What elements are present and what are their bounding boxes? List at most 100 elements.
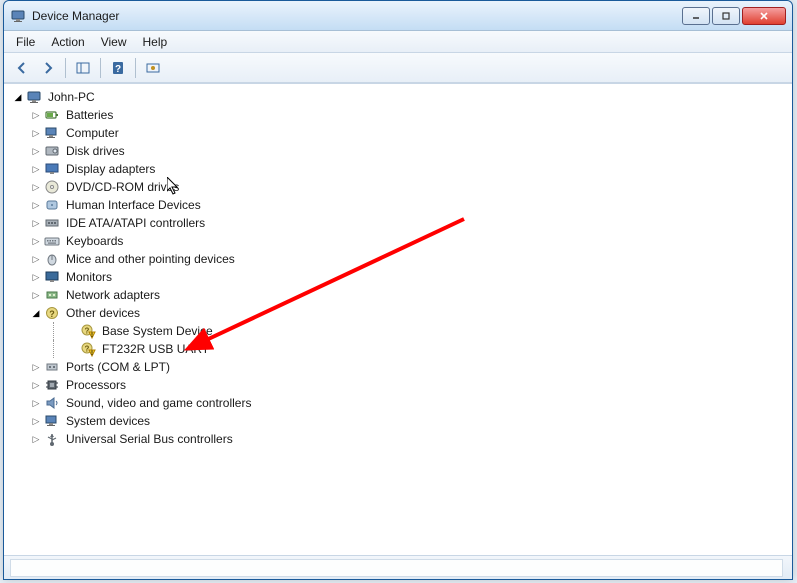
tree-node-label: Network adapters (64, 287, 162, 303)
tree-node-label: Other devices (64, 305, 142, 321)
expand-icon[interactable]: ▷ (30, 379, 42, 391)
minimize-button[interactable] (682, 7, 710, 25)
computer-icon (44, 125, 60, 141)
expand-icon[interactable]: ▷ (30, 199, 42, 211)
tree-category-battery[interactable]: ▷ Batteries (12, 106, 784, 124)
tree-node-label: Monitors (64, 269, 114, 285)
tree-device-node[interactable]: ?!FT232R USB UART (12, 340, 784, 358)
tree-category-display[interactable]: ▷ Display adapters (12, 160, 784, 178)
network-icon (44, 287, 60, 303)
computerRoot-icon (26, 89, 42, 105)
tree-category-port[interactable]: ▷Ports (COM & LPT) (12, 358, 784, 376)
expand-icon[interactable]: ▷ (30, 109, 42, 121)
port-icon (44, 359, 60, 375)
svg-text:!: ! (91, 351, 93, 357)
expand-icon[interactable]: ▷ (30, 397, 42, 409)
tree-device-node[interactable]: ?! Base System Device (12, 322, 784, 340)
otherWarn-icon: ?! (80, 341, 96, 357)
other-icon: ? (44, 305, 60, 321)
expand-icon[interactable]: ▷ (30, 253, 42, 265)
tree-node-label: Base System Device (100, 323, 215, 339)
tree-node-label: DVD/CD-ROM drives (64, 179, 181, 195)
menu-help[interactable]: Help (135, 33, 176, 51)
show-hide-tree-button[interactable] (71, 56, 95, 80)
expand-icon[interactable]: ▷ (30, 433, 42, 445)
tree-category-computer[interactable]: ▷ Computer (12, 124, 784, 142)
tree-node-label: John-PC (46, 89, 97, 105)
tree-category-hid[interactable]: ▷Human Interface Devices (12, 196, 784, 214)
tree-category-keyboard[interactable]: ▷ Keyboards (12, 232, 784, 250)
expand-icon[interactable]: ▷ (30, 127, 42, 139)
display-icon (44, 161, 60, 177)
svg-text:?: ? (85, 327, 90, 336)
window-controls (682, 7, 786, 25)
tree-category-cpu[interactable]: ▷ Processors (12, 376, 784, 394)
expand-icon[interactable]: ▷ (30, 415, 42, 427)
tree-node-label: Processors (64, 377, 128, 393)
monitor-icon (44, 269, 60, 285)
svg-text:?: ? (85, 345, 90, 354)
svg-text:?: ? (115, 64, 121, 75)
tree-category-usb[interactable]: ▷ Universal Serial Bus controllers (12, 430, 784, 448)
tree-category-other[interactable]: ◢? Other devices (12, 304, 784, 322)
tree-node-label: System devices (64, 413, 152, 429)
expand-icon[interactable]: ▷ (30, 289, 42, 301)
tree-category-cdrom[interactable]: ▷ DVD/CD-ROM drives (12, 178, 784, 196)
tree-category-disk[interactable]: ▷Disk drives (12, 142, 784, 160)
tree-category-sound[interactable]: ▷ Sound, video and game controllers (12, 394, 784, 412)
close-button[interactable] (742, 7, 786, 25)
cdrom-icon (44, 179, 60, 195)
expand-icon[interactable]: ▷ (30, 235, 42, 247)
device-tree[interactable]: ◢John-PC▷Batteries▷Computer▷Disk drives▷… (12, 88, 784, 448)
toolbar: ? (4, 53, 792, 83)
help-button[interactable]: ? (106, 56, 130, 80)
tree-node-label: IDE ATA/ATAPI controllers (64, 215, 207, 231)
device-tree-pane[interactable]: ◢John-PC▷Batteries▷Computer▷Disk drives▷… (4, 83, 792, 555)
expand-icon[interactable]: ▷ (30, 361, 42, 373)
tree-node-label: Keyboards (64, 233, 125, 249)
sound-icon (44, 395, 60, 411)
disk-icon (44, 143, 60, 159)
scan-hardware-button[interactable] (141, 56, 165, 80)
tree-category-ide[interactable]: ▷ IDE ATA/ATAPI controllers (12, 214, 784, 232)
forward-button[interactable] (36, 56, 60, 80)
tree-node-label: Computer (64, 125, 121, 141)
tree-node-label: Mice and other pointing devices (64, 251, 237, 267)
collapse-icon[interactable]: ◢ (30, 307, 42, 319)
keyboard-icon (44, 233, 60, 249)
titlebar[interactable]: Device Manager (4, 1, 792, 31)
tree-node-label: Universal Serial Bus controllers (64, 431, 235, 447)
window-title: Device Manager (32, 9, 682, 23)
tree-root-node[interactable]: ◢ John-PC (12, 88, 784, 106)
app-icon (10, 8, 26, 24)
collapse-icon[interactable]: ◢ (12, 91, 24, 103)
hid-icon (44, 197, 60, 213)
mouse-icon (44, 251, 60, 267)
maximize-button[interactable] (712, 7, 740, 25)
tree-category-network[interactable]: ▷ Network adapters (12, 286, 784, 304)
expand-icon[interactable]: ▷ (30, 271, 42, 283)
menu-action[interactable]: Action (43, 33, 92, 51)
svg-text:?: ? (49, 309, 55, 319)
tree-category-mouse[interactable]: ▷ Mice and other pointing devices (12, 250, 784, 268)
tree-node-label: Display adapters (64, 161, 157, 177)
status-cell (10, 559, 783, 577)
tree-node-label: Batteries (64, 107, 115, 123)
expand-icon[interactable]: ▷ (30, 181, 42, 193)
system-icon (44, 413, 60, 429)
svg-text:!: ! (91, 333, 93, 339)
menu-file[interactable]: File (8, 33, 43, 51)
tree-category-monitor[interactable]: ▷ Monitors (12, 268, 784, 286)
back-button[interactable] (10, 56, 34, 80)
expand-icon[interactable]: ▷ (30, 145, 42, 157)
tree-node-label: Sound, video and game controllers (64, 395, 253, 411)
menu-view[interactable]: View (93, 33, 135, 51)
usb-icon (44, 431, 60, 447)
expand-icon[interactable]: ▷ (30, 163, 42, 175)
cpu-icon (44, 377, 60, 393)
expand-icon[interactable]: ▷ (30, 217, 42, 229)
tree-node-label: FT232R USB UART (100, 341, 211, 357)
tree-category-system[interactable]: ▷ System devices (12, 412, 784, 430)
ide-icon (44, 215, 60, 231)
toolbar-separator (65, 58, 66, 78)
